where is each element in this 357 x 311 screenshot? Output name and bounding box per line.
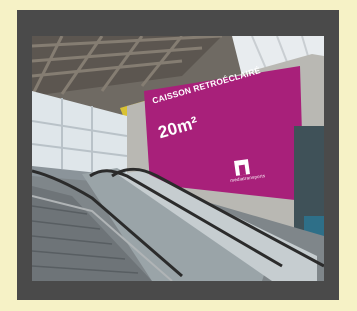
station-scene [32,36,324,281]
station-photo: CAISSON RETROÉCLAIRÉ 20m² mediatransport… [32,36,324,281]
brand-logo-icon [234,159,250,176]
photo-card: CAISSON RETROÉCLAIRÉ 20m² mediatransport… [17,10,339,300]
page: CAISSON RETROÉCLAIRÉ 20m² mediatransport… [0,0,357,311]
